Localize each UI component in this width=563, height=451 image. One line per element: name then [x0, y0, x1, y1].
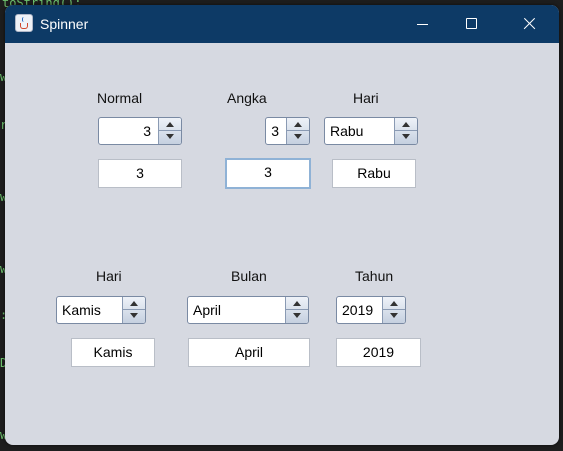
- spin-up-arrow-icon[interactable]: [383, 297, 405, 310]
- normal-spinner[interactable]: 3: [98, 117, 182, 145]
- normal-output-field[interactable]: 3: [98, 159, 182, 188]
- minimize-button[interactable]: [399, 5, 445, 43]
- spin-up-arrow-icon[interactable]: [123, 297, 145, 310]
- spin-down-arrow-icon[interactable]: [287, 131, 309, 144]
- label-tahun: Tahun: [355, 268, 394, 284]
- label-angka: Angka: [227, 90, 267, 106]
- hari-top-spinner[interactable]: Rabu: [324, 117, 418, 145]
- angka-spinner[interactable]: 3: [265, 117, 310, 145]
- tahun-spinner[interactable]: 2019: [336, 296, 406, 324]
- hari-bottom-spinner-value[interactable]: Kamis: [62, 302, 101, 318]
- hari-bottom-output-field[interactable]: Kamis: [71, 338, 155, 367]
- spin-down-arrow-icon[interactable]: [159, 131, 181, 144]
- maximize-button[interactable]: [448, 5, 494, 43]
- angka-spinner-value[interactable]: 3: [271, 123, 279, 139]
- spin-up-arrow-icon[interactable]: [395, 118, 417, 131]
- spin-down-arrow-icon[interactable]: [123, 310, 145, 323]
- close-button[interactable]: [505, 5, 551, 43]
- spin-down-arrow-icon[interactable]: [383, 310, 405, 323]
- label-bulan: Bulan: [231, 268, 267, 284]
- tahun-spinner-value[interactable]: 2019: [342, 302, 373, 318]
- hari-bottom-spinner[interactable]: Kamis: [56, 296, 146, 324]
- window-title: Spinner: [40, 16, 89, 32]
- bulan-spinner[interactable]: April: [187, 296, 309, 324]
- bulan-spinner-value[interactable]: April: [193, 302, 221, 318]
- spin-up-arrow-icon[interactable]: [287, 118, 309, 131]
- spin-down-arrow-icon[interactable]: [395, 131, 417, 144]
- normal-spinner-value[interactable]: 3: [143, 123, 151, 139]
- tahun-output-field[interactable]: 2019: [336, 338, 421, 367]
- title-bar[interactable]: Spinner: [5, 5, 559, 43]
- label-hari-bottom: Hari: [96, 268, 122, 284]
- spinner-window: Spinner Normal Angka Hari 3 3 Rabu 3 3 R…: [5, 5, 559, 445]
- label-normal: Normal: [97, 90, 143, 106]
- hari-top-output-field[interactable]: Rabu: [332, 159, 416, 188]
- hari-top-spinner-value[interactable]: Rabu: [330, 123, 363, 139]
- bulan-output-field[interactable]: April: [188, 338, 310, 367]
- spin-up-arrow-icon[interactable]: [286, 297, 308, 310]
- angka-output-field[interactable]: 3: [225, 158, 311, 189]
- java-cup-icon: [15, 14, 33, 32]
- spin-down-arrow-icon[interactable]: [286, 310, 308, 323]
- label-hari-top: Hari: [353, 90, 379, 106]
- spin-up-arrow-icon[interactable]: [159, 118, 181, 131]
